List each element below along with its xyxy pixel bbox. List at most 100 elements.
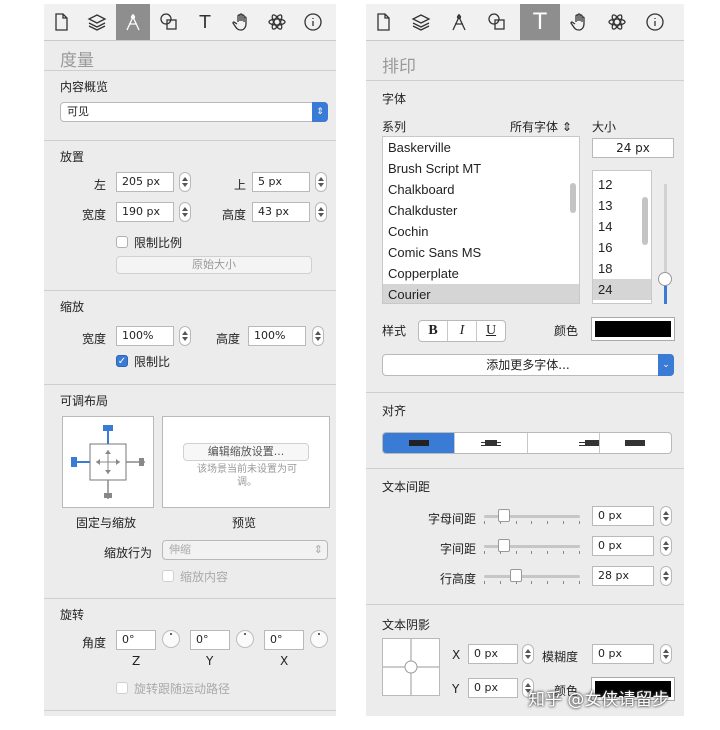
- scale-height-field[interactable]: 100%: [248, 326, 306, 346]
- top-stepper[interactable]: [315, 172, 327, 192]
- rotate-z-dial[interactable]: [162, 630, 180, 648]
- font-size-item[interactable]: 18: [593, 258, 651, 279]
- shadow-x-field[interactable]: 0 px: [468, 644, 518, 664]
- line-height-stepper[interactable]: [660, 566, 672, 586]
- width-stepper[interactable]: [179, 202, 191, 222]
- scale-width-stepper[interactable]: [179, 326, 191, 346]
- chevron-down-icon: ⌄: [658, 354, 674, 376]
- rotate-z-field[interactable]: 0°: [116, 630, 156, 650]
- scale-content-checkbox[interactable]: [162, 570, 174, 582]
- compass-icon: [452, 14, 466, 31]
- document-tab[interactable]: [44, 4, 78, 40]
- slider-knob[interactable]: [510, 569, 522, 582]
- size-slider-knob[interactable]: [658, 272, 672, 286]
- font-family-item[interactable]: Comic Sans MS: [383, 242, 579, 263]
- font-color-swatch[interactable]: [591, 317, 675, 341]
- shadow-blur-stepper[interactable]: [660, 644, 672, 664]
- height-stepper[interactable]: [315, 202, 327, 222]
- interaction-tab[interactable]: [224, 4, 258, 40]
- original-size-button[interactable]: 原始大小: [116, 256, 312, 274]
- font-size-field[interactable]: 24 px: [592, 138, 674, 158]
- all-fonts-label: 所有字体: [510, 120, 559, 134]
- lock-ratio-checkbox[interactable]: [116, 236, 128, 248]
- shape-tab[interactable]: [152, 4, 186, 40]
- shadow-x-label: X: [452, 648, 461, 662]
- font-family-item[interactable]: Copperplate: [383, 263, 579, 284]
- left-field[interactable]: 205 px: [116, 172, 174, 192]
- shadow-blur-field[interactable]: 0 px: [592, 644, 654, 664]
- physics-tab[interactable]: [260, 4, 294, 40]
- word-spacing-stepper[interactable]: [660, 536, 672, 556]
- line-height-slider[interactable]: [484, 568, 580, 584]
- hand-icon: [232, 13, 247, 31]
- font-size-list[interactable]: 11 12 13 14 16 18 24: [592, 170, 652, 304]
- font-list-scrollbar[interactable]: [570, 183, 576, 213]
- font-family-list[interactable]: Baskerville Brush Script MT Chalkboard C…: [382, 136, 580, 304]
- overview-popup[interactable]: 可见 ⇕: [60, 102, 328, 122]
- top-field[interactable]: 5 px: [252, 172, 310, 192]
- metrics-tab[interactable]: [442, 4, 476, 40]
- behavior-popup[interactable]: 伸缩 ⇕: [162, 540, 328, 560]
- rotate-x-field[interactable]: 0°: [264, 630, 304, 650]
- font-family-item[interactable]: Baskerville: [383, 137, 579, 158]
- size-label: 大小: [592, 120, 617, 134]
- edit-scale-settings-button[interactable]: 编辑缩放设置...: [183, 443, 309, 461]
- angle-label: 角度: [81, 636, 106, 650]
- font-family-item[interactable]: Chalkboard: [383, 179, 579, 200]
- font-size-item-selected[interactable]: 24: [593, 279, 651, 300]
- underline-button[interactable]: U: [477, 321, 505, 341]
- letter-spacing-slider[interactable]: [484, 508, 580, 524]
- rotate-y-field[interactable]: 0°: [190, 630, 230, 650]
- text-tab[interactable]: T: [188, 4, 222, 40]
- shape-tab[interactable]: [480, 4, 514, 40]
- font-size-item[interactable]: 12: [593, 174, 651, 195]
- align-center-button[interactable]: [455, 433, 528, 453]
- font-family-item[interactable]: Brush Script MT: [383, 158, 579, 179]
- font-family-item-selected[interactable]: Courier: [383, 284, 579, 303]
- rotate-x-dial[interactable]: [310, 630, 328, 648]
- size-slider-track[interactable]: [658, 184, 672, 304]
- letter-spacing-field[interactable]: 0 px: [592, 506, 654, 526]
- follow-path-checkbox[interactable]: [116, 682, 128, 694]
- width-field[interactable]: 190 px: [116, 202, 174, 222]
- text-icon: T: [199, 11, 211, 33]
- left-label: 左: [93, 178, 106, 192]
- info-tab[interactable]: [638, 4, 672, 40]
- word-spacing-slider[interactable]: [484, 538, 580, 554]
- physics-tab[interactable]: [600, 4, 634, 40]
- line-height-field[interactable]: 28 px: [592, 566, 654, 586]
- layers-tab[interactable]: [404, 4, 438, 40]
- scale-height-stepper[interactable]: [312, 326, 324, 346]
- interaction-tab[interactable]: [562, 4, 596, 40]
- layers-tab[interactable]: [80, 4, 114, 40]
- scale-width-field[interactable]: 100%: [116, 326, 174, 346]
- font-family-item[interactable]: Chalkduster: [383, 200, 579, 221]
- size-list-scrollbar[interactable]: [642, 197, 648, 245]
- slider-knob[interactable]: [498, 539, 510, 552]
- shadow-y-field[interactable]: 0 px: [468, 678, 518, 698]
- shadow-offset-pad[interactable]: [382, 638, 440, 696]
- metrics-tab[interactable]: [116, 4, 150, 40]
- overview-heading: 内容概览: [60, 80, 109, 94]
- y-axis-label: Y: [206, 654, 214, 668]
- add-more-fonts-popup[interactable]: 添加更多字体... ⌄: [382, 354, 674, 376]
- align-justify-button[interactable]: [600, 433, 671, 453]
- text-tab[interactable]: T: [520, 4, 560, 40]
- align-right-button[interactable]: [528, 433, 600, 453]
- scale-lock-checkbox[interactable]: ✓: [116, 355, 128, 367]
- slider-knob[interactable]: [498, 509, 510, 522]
- align-left-button[interactable]: [383, 433, 456, 453]
- document-tab[interactable]: [366, 4, 400, 40]
- font-family-item[interactable]: Cochin: [383, 221, 579, 242]
- rotate-y-dial[interactable]: [236, 630, 254, 648]
- align-right-icon: [528, 437, 599, 449]
- word-spacing-field[interactable]: 0 px: [592, 536, 654, 556]
- height-field[interactable]: 43 px: [252, 202, 310, 222]
- letter-spacing-stepper[interactable]: [660, 506, 672, 526]
- left-stepper[interactable]: [179, 172, 191, 192]
- bold-button[interactable]: B: [419, 321, 448, 341]
- italic-button[interactable]: I: [448, 321, 477, 341]
- info-tab[interactable]: [296, 4, 330, 40]
- shadow-x-stepper[interactable]: [522, 644, 534, 664]
- all-fonts-popup[interactable]: 所有字体 ⇕: [510, 118, 572, 135]
